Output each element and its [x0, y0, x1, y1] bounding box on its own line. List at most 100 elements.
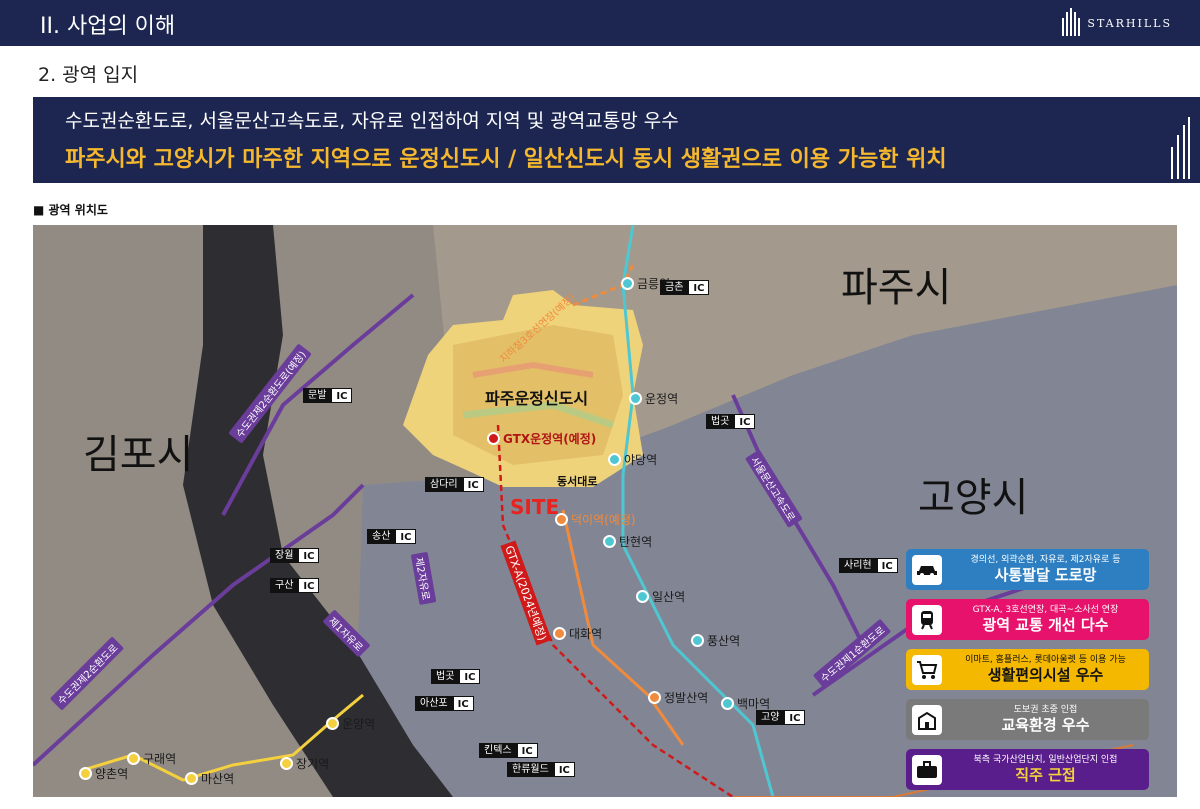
ic-tag: IC	[298, 548, 320, 563]
ic-tag: IC	[462, 477, 484, 492]
feature-detail: 북측 국가산업단지, 일반산업단지 인접	[973, 754, 1118, 765]
station-daehwa: 대화역	[553, 625, 602, 642]
station-deogi: 덕이역(예정)	[555, 511, 636, 528]
station-label: 양촌역	[95, 767, 129, 781]
station-yadang: 야당역	[608, 451, 657, 468]
ic-beopgot-2: 법곳 IC	[431, 669, 481, 684]
feature-detail: GTX-A, 3호선연장, 대곡~소사선 연장	[972, 604, 1119, 615]
ic-name: 법곳	[706, 414, 735, 429]
station-dot-icon	[636, 590, 649, 603]
ic-name: 금촌	[660, 280, 689, 295]
ic-geumchon: 금촌 IC	[660, 280, 710, 295]
station-label: 장기역	[296, 757, 330, 771]
ic-munbal: 문발 IC	[303, 388, 353, 403]
station-gtx-unjeong: GTX운정역(예정)	[487, 430, 596, 447]
station-label: 정발산역	[664, 691, 709, 705]
station-dot-icon	[79, 767, 92, 780]
station-dot-icon	[603, 535, 616, 548]
ic-name: 문발	[303, 388, 332, 403]
station-dot-icon	[185, 772, 198, 785]
banner-line-2: 파주시와 고양시가 마주한 지역으로 운정신도시 / 일산신도시 동시 생활권으…	[65, 147, 947, 172]
ic-name: 킨텍스	[479, 743, 517, 758]
site-marker: SITE	[510, 495, 560, 519]
ic-asanpo: 아산포 IC	[415, 696, 474, 711]
station-label: 구래역	[143, 752, 177, 766]
ic-sarihyeon: 사리현 IC	[839, 558, 898, 573]
ic-tag: IC	[298, 578, 320, 593]
station-label: 대화역	[569, 627, 603, 641]
station-label: 풍산역	[707, 634, 741, 648]
ic-janghwol: 장월 IC	[270, 548, 320, 563]
ic-name: 고양	[756, 710, 785, 725]
feature-amenities: 이마트, 홈플러스, 롯데아울렛 등 이용 가능 생활편의시설 우수	[906, 649, 1149, 690]
station-jeongbalsan: 정발산역	[648, 689, 708, 706]
ic-name: 삼다리	[425, 477, 463, 492]
feature-title: 광역 교통 개선 다수	[982, 615, 1109, 634]
station-dot-icon	[648, 691, 661, 704]
station-unyang: 운양역	[326, 715, 375, 732]
city-label-goyang: 고양시	[918, 475, 1029, 521]
station-label: 탄현역	[619, 535, 653, 549]
city-label-gimpo: 김포시	[83, 432, 194, 478]
ic-tag: IC	[452, 696, 474, 711]
station-label: 운양역	[342, 717, 376, 731]
station-gurae: 구래역	[127, 750, 176, 767]
station-unjeong: 운정역	[629, 390, 678, 407]
station-dot-icon	[326, 717, 339, 730]
ic-goyang: 고양 IC	[756, 710, 806, 725]
headline-banner: 수도권순환도로, 서울문산고속도로, 자유로 인접하여 지역 및 광역교통망 우…	[33, 97, 1200, 183]
station-janggi: 장기역	[280, 755, 329, 772]
station-yangchon: 양촌역	[79, 765, 128, 782]
page-title: II. 사업의 이해	[40, 14, 176, 39]
ic-tag: IC	[734, 414, 756, 429]
ic-songsan: 송산 IC	[367, 529, 417, 544]
ic-name: 송산	[367, 529, 396, 544]
ic-gusan: 구산 IC	[270, 578, 320, 593]
banner-bars-icon	[1171, 117, 1190, 179]
briefcase-icon	[912, 754, 942, 785]
train-icon	[912, 604, 942, 635]
ic-tag: IC	[688, 280, 710, 295]
station-dot-icon	[621, 277, 634, 290]
station-dot-icon	[487, 432, 500, 445]
ic-name: 아산포	[415, 696, 453, 711]
station-dot-icon	[629, 392, 642, 405]
ic-tag: IC	[459, 669, 481, 684]
section-subtitle: 2. 광역 입지	[38, 64, 139, 86]
feature-detail: 도보권 초중 인접	[1013, 704, 1078, 715]
feature-title: 사통팔달 도로망	[994, 565, 1097, 584]
ic-kintex: 킨텍스 IC	[479, 743, 538, 758]
station-dot-icon	[553, 627, 566, 640]
feature-road-network: 경의선, 외곽순환, 자유로, 제2자유로 등 사통팔달 도로망	[906, 549, 1149, 590]
city-label-paju: 파주시	[841, 265, 952, 311]
cart-icon	[912, 654, 942, 685]
map-section-label: ■ 광역 위치도	[33, 203, 108, 217]
ic-name: 법곳	[431, 669, 460, 684]
station-masan: 마산역	[185, 770, 234, 787]
feature-title: 직주 근접	[1015, 765, 1076, 784]
ic-name: 구산	[270, 578, 299, 593]
station-label: 덕이역(예정)	[571, 513, 636, 527]
station-dot-icon	[127, 752, 140, 765]
ic-tag: IC	[516, 743, 538, 758]
school-icon	[912, 704, 942, 735]
feature-education: 도보권 초중 인접 교육환경 우수	[906, 699, 1149, 740]
road-label-dongseo: 동서대로	[557, 475, 598, 488]
station-dot-icon	[280, 757, 293, 770]
starhills-logo-icon	[1062, 8, 1081, 36]
regional-map: 파주시 김포시 고양시 파주운정신도시 SITE 금릉역 운정역 야당역 GTX…	[33, 225, 1177, 797]
ic-tag: IC	[553, 762, 575, 777]
brand-name: STARHILLS	[1087, 16, 1172, 30]
station-dot-icon	[555, 513, 568, 526]
ic-tag: IC	[331, 388, 353, 403]
feature-detail: 이마트, 홈플러스, 롯데아울렛 등 이용 가능	[965, 654, 1126, 665]
station-tanhyeon: 탄현역	[603, 533, 652, 550]
station-label: 마산역	[201, 772, 235, 786]
feature-workplace: 북측 국가산업단지, 일반산업단지 인접 직주 근접	[906, 749, 1149, 790]
ic-tag: IC	[876, 558, 898, 573]
station-label: GTX운정역(예정)	[503, 432, 597, 446]
car-icon	[912, 554, 942, 585]
ic-samdari: 삼다리 IC	[425, 477, 484, 492]
ic-hanryu: 한류월드 IC	[507, 762, 575, 777]
station-label: 일산역	[652, 590, 686, 604]
